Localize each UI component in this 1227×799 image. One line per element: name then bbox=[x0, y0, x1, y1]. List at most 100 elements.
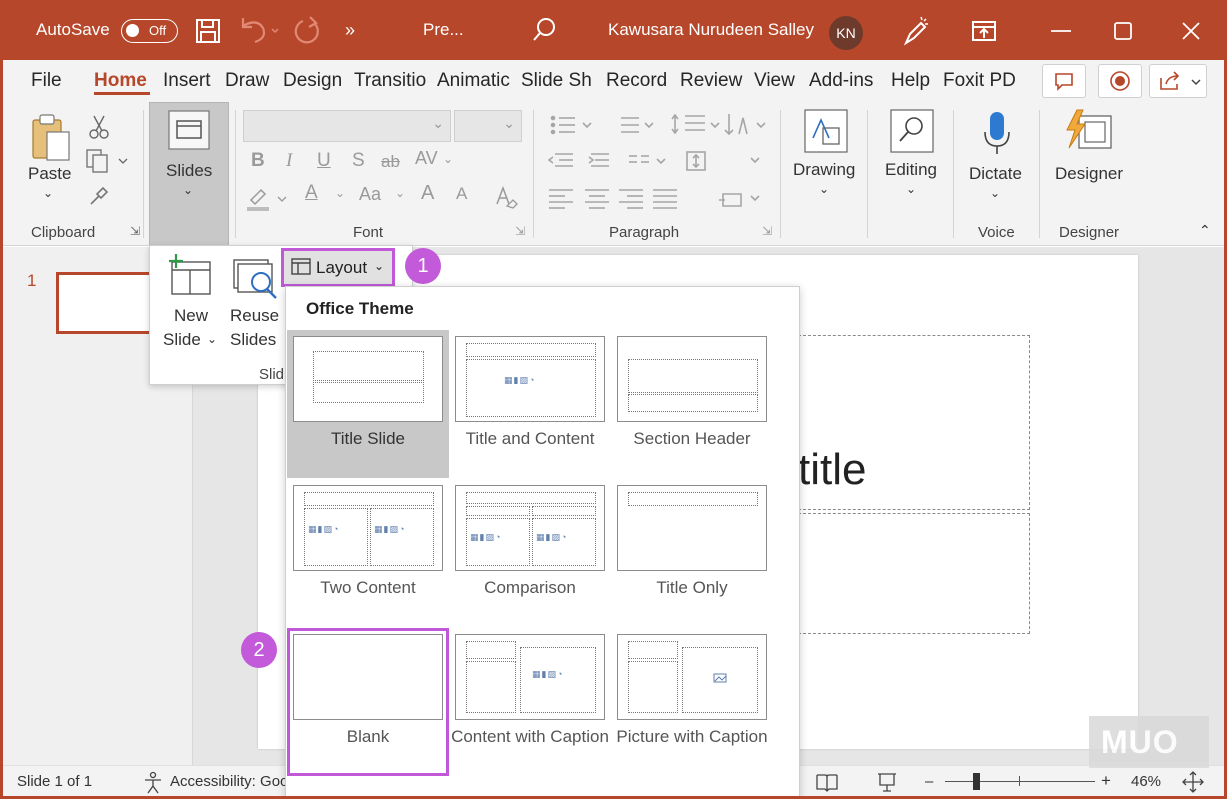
autosave-toggle[interactable]: Off bbox=[121, 19, 178, 43]
tab-record[interactable]: Record bbox=[606, 70, 667, 92]
microphone-icon[interactable] bbox=[979, 108, 1015, 160]
tab-slide-show[interactable]: Slide Sh​ bbox=[521, 70, 592, 92]
more-commands-icon[interactable]: » bbox=[345, 20, 355, 41]
accessibility-status[interactable]: Accessibility: Goo bbox=[170, 773, 288, 790]
subtitle-placeholder[interactable] bbox=[798, 513, 1030, 634]
character-spacing-button[interactable]: AV bbox=[415, 148, 438, 169]
clear-formatting-icon[interactable] bbox=[493, 184, 519, 210]
avatar[interactable]: KN bbox=[829, 16, 863, 50]
tab-help[interactable]: Help bbox=[891, 70, 930, 92]
tab-file[interactable]: File bbox=[31, 70, 62, 92]
layout-two-content[interactable]: ▦▮▨◔ ▦▮▨◔ Two Content bbox=[287, 479, 449, 627]
ribbon-display-icon[interactable] bbox=[969, 14, 999, 48]
tab-transitions[interactable]: Transitio bbox=[354, 70, 426, 92]
shrink-font-button[interactable]: A bbox=[456, 184, 467, 204]
tab-insert[interactable]: Insert bbox=[163, 70, 211, 92]
layout-picture-with-caption[interactable]: Picture with Caption bbox=[611, 628, 773, 776]
reuse-slides-label-2[interactable]: Slides bbox=[230, 330, 276, 350]
new-slide-label-2[interactable]: Slide bbox=[163, 330, 201, 350]
chevron-down-icon[interactable]: ⌄ bbox=[207, 332, 217, 346]
collapse-ribbon-icon[interactable]: ⌃ bbox=[1199, 222, 1211, 239]
layout-section-header[interactable]: Section Header bbox=[611, 330, 773, 478]
chevron-down-icon[interactable]: ⌄ bbox=[395, 186, 405, 200]
tab-draw[interactable]: Draw bbox=[225, 70, 269, 92]
designer-label[interactable]: Designer bbox=[1055, 164, 1123, 184]
tab-home[interactable]: Home bbox=[94, 70, 147, 92]
zoom-slider-thumb[interactable] bbox=[973, 773, 980, 790]
dialog-launcher-icon[interactable]: ⇲ bbox=[130, 224, 140, 238]
drawing-icon[interactable] bbox=[803, 108, 849, 154]
tab-review[interactable]: Review bbox=[680, 70, 742, 92]
italic-button[interactable]: I bbox=[286, 150, 292, 172]
reuse-slides-label[interactable]: Reuse bbox=[230, 306, 279, 326]
dialog-launcher-icon[interactable]: ⇲ bbox=[762, 224, 772, 238]
share-button[interactable] bbox=[1149, 64, 1207, 98]
font-color-button[interactable]: A bbox=[305, 182, 318, 204]
layout-button[interactable]: Layout ⌄ bbox=[281, 248, 395, 287]
zoom-out-button[interactable]: – bbox=[925, 773, 933, 790]
comments-button[interactable] bbox=[1042, 64, 1086, 98]
new-slide-icon[interactable] bbox=[166, 252, 214, 298]
chevron-down-icon[interactable]: ⌄ bbox=[443, 152, 453, 166]
bold-button[interactable]: B bbox=[251, 150, 265, 172]
change-case-button[interactable]: Aa bbox=[359, 184, 381, 205]
reuse-slides-icon[interactable] bbox=[232, 256, 282, 302]
slides-button[interactable]: Slides ⌄ bbox=[149, 102, 229, 246]
paragraph-controls[interactable] bbox=[545, 110, 781, 218]
user-name[interactable]: Kawusara Nurudeen Salley bbox=[608, 20, 814, 40]
layout-blank[interactable]: Blank bbox=[287, 628, 449, 776]
save-icon[interactable] bbox=[195, 14, 221, 48]
slide-count[interactable]: Slide 1 of 1 bbox=[17, 773, 92, 790]
dictate-label[interactable]: Dictate bbox=[969, 164, 1022, 184]
layout-content-with-caption[interactable]: ▦▮▨◔ Content with Caption bbox=[449, 628, 611, 776]
chevron-down-icon[interactable]: ⌄ bbox=[906, 182, 916, 196]
layout-title-and-content[interactable]: ▦▮▨◔ Title and Content bbox=[449, 330, 611, 478]
grow-font-button[interactable]: A bbox=[421, 182, 434, 205]
editing-label[interactable]: Editing bbox=[885, 160, 937, 180]
pen-icon[interactable] bbox=[901, 14, 931, 48]
slideshow-icon[interactable] bbox=[875, 770, 899, 794]
layout-title-slide[interactable]: Title Slide bbox=[287, 330, 449, 478]
paste-icon[interactable] bbox=[29, 112, 75, 164]
tab-add-ins[interactable]: Add-ins bbox=[809, 70, 873, 92]
layout-title-only[interactable]: Title Only bbox=[611, 479, 773, 627]
document-title[interactable]: Pre... bbox=[423, 20, 464, 40]
tab-design[interactable]: Design bbox=[283, 70, 342, 92]
accessibility-icon[interactable] bbox=[143, 771, 165, 795]
cut-icon[interactable] bbox=[87, 114, 111, 140]
tab-view[interactable]: View bbox=[754, 70, 795, 92]
new-slide-label[interactable]: New bbox=[174, 306, 208, 326]
chevron-down-icon[interactable]: ⌄ bbox=[819, 182, 829, 196]
font-size-select[interactable]: ⌄ bbox=[454, 110, 522, 142]
shadow-button[interactable]: S bbox=[352, 150, 365, 172]
format-painter-icon[interactable] bbox=[87, 184, 111, 208]
font-family-select[interactable]: ⌄ bbox=[243, 110, 451, 142]
chevron-down-icon[interactable]: ⌄ bbox=[335, 186, 345, 200]
search-icon[interactable] bbox=[531, 14, 557, 48]
chevron-down-icon[interactable]: ⌄ bbox=[43, 186, 53, 200]
underline-button[interactable]: U bbox=[317, 150, 331, 172]
dialog-launcher-icon[interactable]: ⇲ bbox=[515, 224, 525, 238]
designer-icon[interactable] bbox=[1063, 108, 1115, 156]
zoom-slider[interactable] bbox=[945, 781, 1095, 782]
zoom-level[interactable]: 46% bbox=[1131, 773, 1161, 790]
minimize-icon[interactable] bbox=[1047, 14, 1075, 48]
redo-icon[interactable] bbox=[293, 14, 323, 48]
fit-to-window-icon[interactable] bbox=[1181, 770, 1205, 794]
drawing-label[interactable]: Drawing bbox=[793, 160, 855, 180]
paste-label[interactable]: Paste bbox=[28, 164, 71, 184]
tab-foxit-pdf[interactable]: Foxit PD bbox=[943, 70, 1016, 92]
close-icon[interactable] bbox=[1177, 14, 1205, 48]
record-button[interactable] bbox=[1098, 64, 1142, 98]
tab-animations[interactable]: Animatic bbox=[437, 70, 510, 92]
copy-icon[interactable] bbox=[85, 148, 133, 174]
maximize-icon[interactable] bbox=[1109, 14, 1137, 48]
editing-icon[interactable] bbox=[889, 108, 935, 154]
zoom-in-button[interactable]: + bbox=[1101, 771, 1111, 791]
strikethrough-button[interactable]: ab bbox=[381, 152, 400, 172]
chevron-down-icon[interactable]: ⌄ bbox=[990, 186, 1000, 200]
highlighter-icon[interactable] bbox=[245, 184, 289, 212]
undo-icon[interactable] bbox=[237, 14, 281, 48]
reading-view-icon[interactable] bbox=[815, 771, 839, 793]
layout-comparison[interactable]: ▦▮▨◔ ▦▮▨◔ Comparison bbox=[449, 479, 611, 627]
